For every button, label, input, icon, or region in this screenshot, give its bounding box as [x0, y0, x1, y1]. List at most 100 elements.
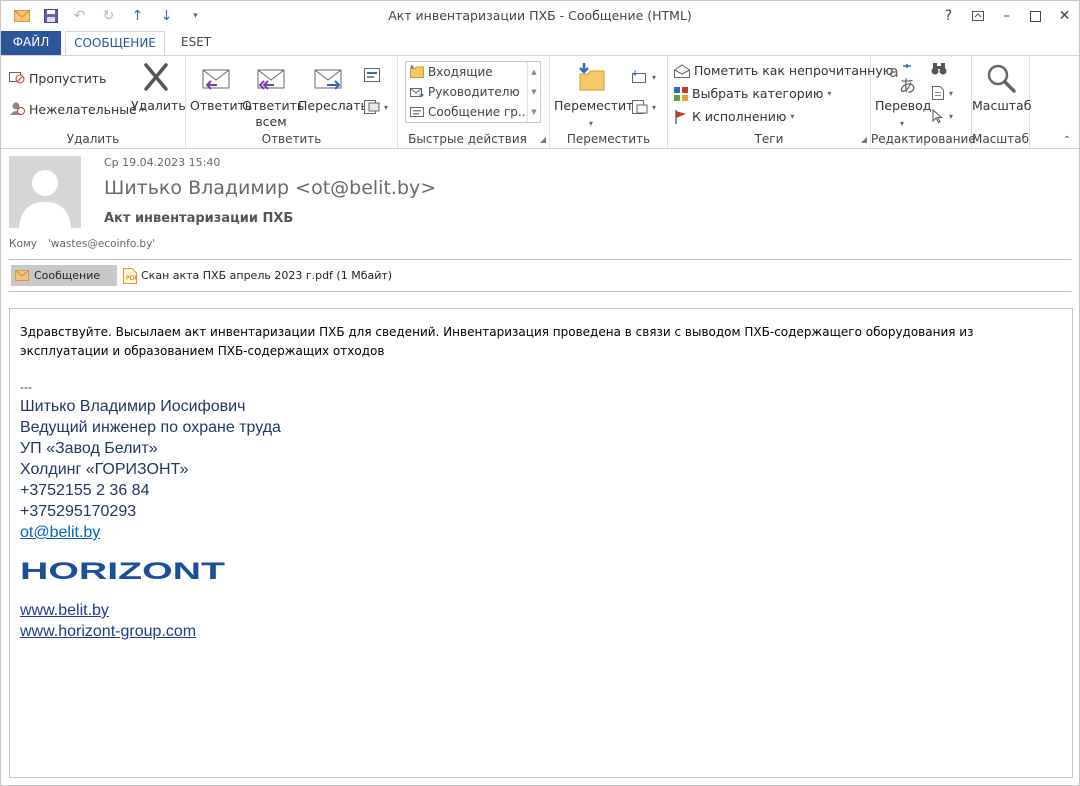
link-belit[interactable]: www.belit.by: [20, 600, 1062, 621]
related-button[interactable]: ▾: [931, 86, 953, 100]
meeting-reply-button[interactable]: [364, 68, 380, 82]
collapse-ribbon-icon[interactable]: ⌃: [1063, 135, 1071, 146]
quickstep-team-email[interactable]: Сообщение гр...: [406, 102, 540, 122]
signature-company: УП «Завод Белит»: [20, 440, 158, 457]
rules-icon: [632, 70, 646, 83]
attachment-file-label: Скан акта ПХБ апрель 2023 г.pdf (1 Мбайт…: [141, 269, 393, 282]
group-delete-label: Удалить: [66, 132, 120, 146]
message-header: Ср 19.04.2023 15:40 Шитько Владимир <ot@…: [1, 149, 1079, 299]
gallery-more-icon[interactable]: ▼: [528, 102, 540, 122]
message-intro: Здравствуйте. Высылаем акт инвентаризаци…: [20, 325, 974, 358]
delete-button[interactable]: Удалить: [131, 62, 186, 114]
ribbon-display-options-icon[interactable]: [963, 1, 992, 31]
follow-up-button[interactable]: К исполнению ▾: [674, 109, 794, 124]
group-zoom: Масштаб Масштаб: [972, 56, 1032, 148]
chevron-down-icon: ▾: [790, 112, 795, 121]
person-placeholder-icon: [9, 156, 81, 228]
zoom-label: Масштаб: [972, 98, 1032, 113]
group-respond-label: Ответить: [261, 132, 322, 146]
avatar[interactable]: [9, 156, 81, 228]
chevron-down-icon: ▾: [899, 119, 904, 128]
signature-name: Шитько Владимир Иосифович: [20, 398, 246, 415]
select-button[interactable]: ▾: [931, 109, 953, 123]
forward-icon: [314, 69, 342, 90]
attachment-pdf[interactable]: PDF Скан акта ПХБ апрель 2023 г.pdf (1 М…: [123, 265, 392, 286]
more-respond-button[interactable]: ▾: [364, 100, 388, 114]
reply-all-icon: [257, 69, 285, 90]
link-horizont[interactable]: www.horizont-group.com: [20, 621, 1062, 642]
chevron-down-icon: ▾: [588, 119, 593, 128]
move-button[interactable]: Переместить ▾: [554, 62, 641, 132]
chevron-down-icon: ▾: [827, 89, 832, 98]
quickstep-inbox[interactable]: Входящие: [406, 62, 540, 82]
to-label: Кому: [9, 238, 38, 250]
reply-all-label-2: всем: [255, 114, 287, 129]
dialog-launcher-icon[interactable]: ◢: [540, 135, 546, 144]
zoom-button[interactable]: Масштаб: [972, 62, 1032, 114]
group-respond: Ответить Ответить всем Переслать ▾ Ответ…: [186, 56, 398, 148]
svg-text:a: a: [889, 62, 899, 81]
reply-button[interactable]: Ответить: [190, 62, 252, 114]
minimize-icon[interactable]: –: [992, 1, 1021, 31]
scroll-down-icon[interactable]: ▼: [528, 82, 540, 102]
translate-button[interactable]: aあ Перевод ▾: [875, 62, 931, 132]
help-icon[interactable]: ?: [934, 1, 963, 31]
group-tags: Пометить как непрочитанную Выбрать катег…: [668, 56, 893, 148]
ignore-button[interactable]: Пропустить: [9, 70, 106, 87]
ribbon-tabs: ФАЙЛ СООБЩЕНИЕ ESET: [1, 31, 1079, 55]
close-icon[interactable]: ✕: [1050, 1, 1079, 31]
signature-mobile: +375295170293: [20, 503, 137, 520]
magnifier-icon: [987, 64, 1016, 93]
sender[interactable]: Шитько Владимир <ot@belit.by>: [104, 177, 436, 199]
maximize-icon[interactable]: [1021, 1, 1050, 31]
divider: [9, 259, 1071, 260]
quicksteps-gallery: Входящие Руководителю Сообщение гр... ▲ …: [405, 61, 541, 123]
signature-separator: ---: [20, 380, 32, 394]
quicksteps-scrollbar[interactable]: ▲ ▼ ▼: [527, 62, 540, 122]
dialog-launcher-icon[interactable]: ◢: [861, 135, 867, 144]
tab-file[interactable]: ФАЙЛ: [1, 31, 61, 55]
to-recipient[interactable]: 'wastes@ecoinfo.by': [48, 238, 155, 250]
meeting-icon: [364, 68, 380, 82]
group-tags-label: Теги: [754, 132, 784, 146]
group-quicksteps-label: Быстрые действия: [408, 132, 527, 146]
window-controls: ? – ✕: [934, 1, 1079, 31]
quickstep-manager[interactable]: Руководителю: [406, 82, 540, 102]
actions-button[interactable]: ▾: [632, 100, 656, 114]
delete-x-icon: [144, 63, 168, 91]
rules-button[interactable]: ▾: [632, 70, 656, 84]
sent-date: Ср 19.04.2023 15:40: [104, 156, 221, 169]
envelope-icon: [15, 270, 29, 281]
mark-unread-button[interactable]: Пометить как непрочитанную: [674, 63, 893, 78]
tab-message[interactable]: СООБЩЕНИЕ: [65, 31, 165, 55]
forward-button[interactable]: Переслать: [298, 62, 368, 114]
team-email-icon: [410, 107, 424, 117]
message-body[interactable]: Здравствуйте. Высылаем акт инвентаризаци…: [9, 308, 1073, 778]
reply-icon: [202, 69, 230, 90]
group-delete: Пропустить Нежелательные ▾ Удалить Удали…: [1, 56, 186, 148]
scroll-up-icon[interactable]: ▲: [528, 62, 540, 82]
subject: Акт инвентаризации ПХБ: [104, 211, 294, 226]
signature-phone: +3752155 2 36 84: [20, 482, 150, 499]
chevron-down-icon: ▾: [949, 88, 954, 98]
signature-position: Ведущий инженер по охране труда: [20, 419, 281, 436]
title-bar: ↶ ↻ ↑ ↓ ▾ Акт инвентаризации ПХБ - Сообщ…: [1, 1, 1079, 31]
categorize-button[interactable]: Выбрать категорию ▾: [674, 86, 831, 101]
find-button[interactable]: [931, 62, 947, 76]
chevron-down-icon: ▾: [949, 111, 954, 121]
ribbon: Пропустить Нежелательные ▾ Удалить Удали…: [1, 55, 1079, 149]
translate-icon: aあ: [889, 62, 916, 94]
signature-holding: Холдинг «ГОРИЗОНТ»: [20, 461, 189, 478]
reply-all-button[interactable]: Ответить всем: [242, 62, 304, 130]
folder-move-icon: [410, 65, 424, 78]
divider: [9, 291, 1071, 292]
tab-eset[interactable]: ESET: [169, 31, 223, 55]
junk-button[interactable]: Нежелательные ▾: [9, 101, 145, 118]
signature-email-link[interactable]: ot@belit.by: [20, 524, 100, 541]
binoculars-icon: [931, 63, 947, 75]
unread-envelope-icon: [674, 63, 690, 78]
im-icon: [364, 100, 380, 114]
svg-text:あ: あ: [899, 77, 916, 94]
attachment-message-tab[interactable]: Сообщение: [11, 265, 117, 286]
signature: --- Шитько Владимир Иосифович Ведущий ин…: [20, 379, 1062, 543]
